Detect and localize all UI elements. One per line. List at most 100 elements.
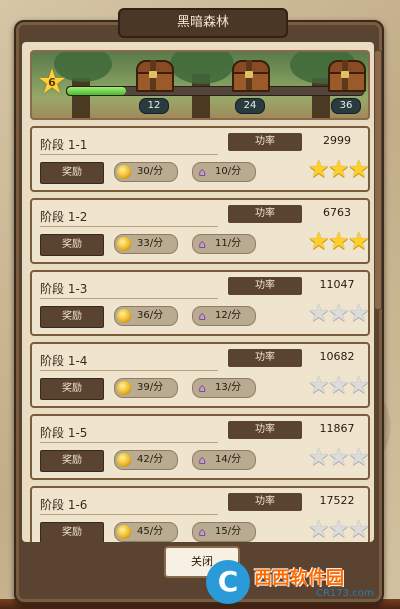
reward-button[interactable]: 奖励 [40, 306, 104, 328]
empty-star-icon: ★ [308, 299, 330, 327]
star-progress-bar [66, 86, 364, 96]
treasure-chest-icon[interactable] [232, 60, 270, 92]
empty-star-icon: ★ [328, 515, 350, 542]
gem-rate-value: 12/分 [215, 310, 242, 321]
coin-rate: 36/分 [114, 306, 178, 326]
gem-rate: ⌂ 12/分 [192, 306, 256, 326]
coin-icon [117, 309, 131, 323]
divider [40, 298, 218, 299]
stage-name: 阶段 1-1 [40, 138, 88, 152]
empty-star-icon: ★ [328, 299, 350, 327]
earned-star-icon: ★ [308, 155, 330, 183]
chest-star-requirement: 12 [139, 98, 169, 114]
watermark-text: 西西软件园 [254, 568, 344, 589]
treasure-chest-icon[interactable] [136, 60, 174, 92]
reward-button[interactable]: 奖励 [40, 378, 104, 400]
stage-card[interactable]: 阶段 1-3 功率 11047 奖励 36/分 ⌂ 12/分 ★ ★ ★ [30, 270, 370, 336]
gem-icon: ⌂ [198, 309, 206, 323]
power-value: 11867 [319, 422, 355, 435]
coin-icon [117, 525, 131, 539]
divider [40, 154, 218, 155]
divider [40, 226, 218, 227]
empty-star-icon: ★ [348, 443, 370, 471]
divider [40, 370, 218, 371]
coin-icon [117, 237, 131, 251]
coin-rate-value: 39/分 [137, 382, 164, 393]
stage-card[interactable]: 阶段 1-6 功率 17522 奖励 45/分 ⌂ 15/分 ★ ★ ★ [30, 486, 370, 542]
stage-card[interactable]: 阶段 1-2 功率 6763 奖励 33/分 ⌂ 11/分 ★ ★ ★ [30, 198, 370, 264]
level-number: 6 [48, 76, 56, 89]
scrollbar[interactable] [374, 50, 382, 310]
stage-stars: ★ ★ ★ [308, 443, 370, 472]
gem-rate-value: 14/分 [215, 454, 242, 465]
gem-rate: ⌂ 13/分 [192, 378, 256, 398]
stage-card[interactable]: 阶段 1-5 功率 11867 奖励 42/分 ⌂ 14/分 ★ ★ ★ [30, 414, 370, 480]
empty-star-icon: ★ [348, 371, 370, 399]
gem-rate: ⌂ 10/分 [192, 162, 256, 182]
gem-icon: ⌂ [198, 453, 206, 467]
coin-rate: 30/分 [114, 162, 178, 182]
empty-star-icon: ★ [348, 299, 370, 327]
stage-card[interactable]: 阶段 1-4 功率 10682 奖励 39/分 ⌂ 13/分 ★ ★ ★ [30, 342, 370, 408]
tree-trunk [72, 78, 90, 118]
star-progress-fill [67, 87, 127, 95]
coin-rate-value: 45/分 [137, 526, 164, 537]
coin-rate-value: 36/分 [137, 310, 164, 321]
tree-canopy [170, 52, 234, 84]
gem-icon: ⌂ [198, 525, 206, 539]
power-value: 2999 [323, 134, 351, 147]
stage-card[interactable]: 阶段 1-1 功率 2999 奖励 30/分 ⌂ 10/分 ★ ★ ★ [30, 126, 370, 192]
power-label: 功率 [228, 349, 302, 367]
power-label: 功率 [228, 421, 302, 439]
gem-rate-value: 10/分 [215, 166, 242, 177]
gem-rate-value: 13/分 [215, 382, 242, 393]
empty-star-icon: ★ [328, 443, 350, 471]
earned-star-icon: ★ [308, 227, 330, 255]
coin-rate-value: 33/分 [137, 238, 164, 249]
gem-rate-value: 11/分 [215, 238, 242, 249]
power-value: 17522 [319, 494, 355, 507]
forest-banner: ★ 6 12 24 36 [30, 50, 370, 120]
stage-name: 阶段 1-6 [40, 498, 88, 512]
empty-star-icon: ★ [348, 515, 370, 542]
watermark-logo: C [206, 560, 250, 604]
reward-button[interactable]: 奖励 [40, 234, 104, 256]
divider [40, 442, 218, 443]
gem-rate: ⌂ 15/分 [192, 522, 256, 542]
earned-star-icon: ★ [328, 227, 350, 255]
earned-star-icon: ★ [348, 155, 370, 183]
stage-name: 阶段 1-3 [40, 282, 88, 296]
stage-stars: ★ ★ ★ [308, 227, 370, 256]
earned-star-icon: ★ [348, 227, 370, 255]
stage-stars: ★ ★ ★ [308, 299, 370, 328]
gem-icon: ⌂ [198, 381, 206, 395]
gem-rate: ⌂ 14/分 [192, 450, 256, 470]
coin-rate-value: 42/分 [137, 454, 164, 465]
stage-stars: ★ ★ ★ [308, 371, 370, 400]
coin-icon [117, 453, 131, 467]
empty-star-icon: ★ [308, 371, 330, 399]
empty-star-icon: ★ [328, 371, 350, 399]
stage-stars: ★ ★ ★ [308, 155, 370, 184]
coin-rate: 42/分 [114, 450, 178, 470]
empty-star-icon: ★ [308, 515, 330, 542]
power-label: 功率 [228, 277, 302, 295]
gem-rate-value: 15/分 [215, 526, 242, 537]
reward-button[interactable]: 奖励 [40, 450, 104, 472]
divider [40, 514, 218, 515]
watermark-url: CR173.com [316, 588, 374, 599]
stage-name: 阶段 1-5 [40, 426, 88, 440]
chest-star-requirement: 24 [235, 98, 265, 114]
power-label: 功率 [228, 133, 302, 151]
power-label: 功率 [228, 205, 302, 223]
coin-icon [117, 165, 131, 179]
reward-button[interactable]: 奖励 [40, 162, 104, 184]
dialog-title: 黑暗森林 [118, 8, 288, 38]
dialog-content: ★ 6 12 24 36 阶段 1-1 功率 2999 奖励 30/分 ⌂ 10… [22, 42, 374, 542]
coin-rate: 45/分 [114, 522, 178, 542]
power-value: 6763 [323, 206, 351, 219]
reward-button[interactable]: 奖励 [40, 522, 104, 542]
coin-rate-value: 30/分 [137, 166, 164, 177]
watermark: C 西西软件园 CR173.com [206, 556, 396, 606]
treasure-chest-icon[interactable] [328, 60, 366, 92]
